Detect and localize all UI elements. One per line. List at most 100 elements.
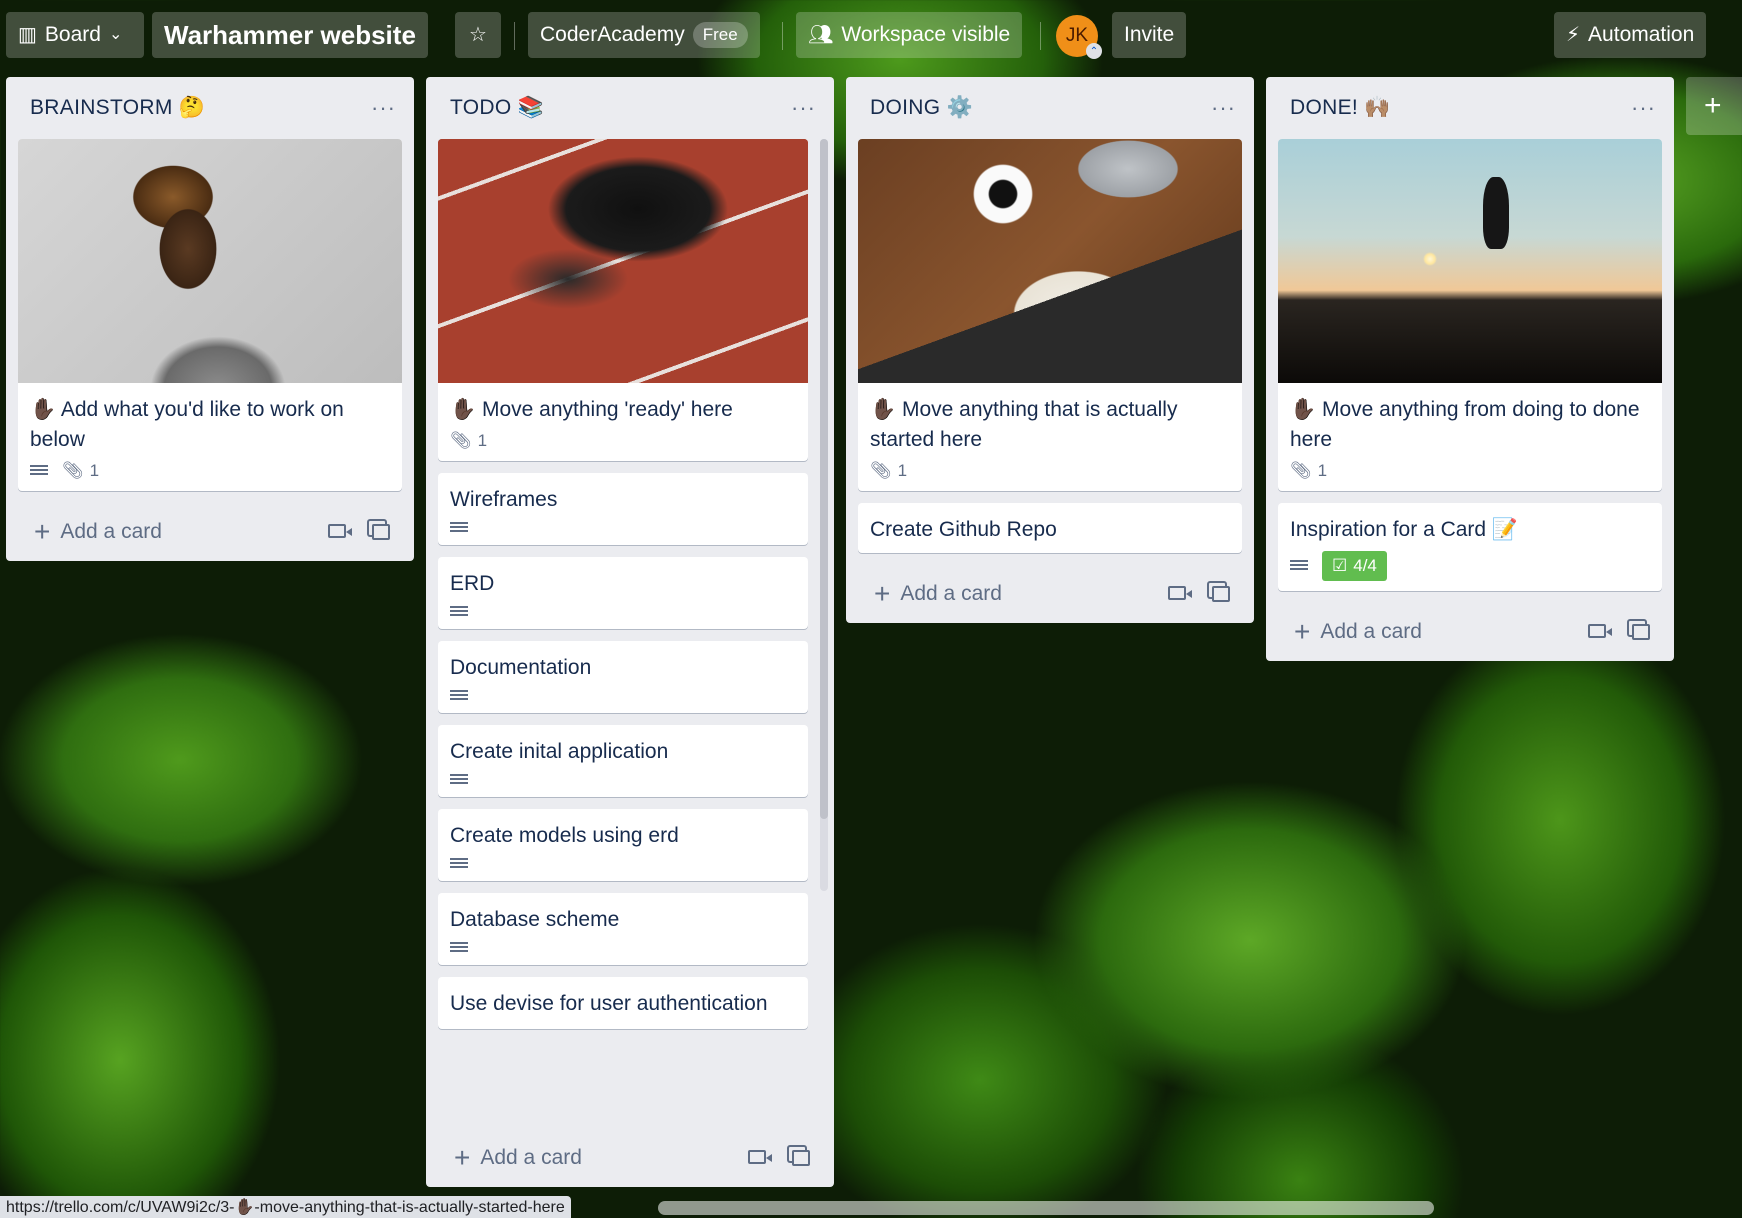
- view-label: Board: [44, 23, 101, 46]
- add-card-icons: [1588, 624, 1650, 640]
- card-badges: ☑ 4/4: [1290, 551, 1650, 581]
- visibility-button[interactable]: 👥︎ Workspace visible: [796, 12, 1023, 58]
- automation-label: Automation: [1588, 23, 1695, 46]
- workspace-name: CoderAcademy: [540, 23, 685, 46]
- list-title[interactable]: BRAINSTORM 🤔: [30, 96, 205, 120]
- card[interactable]: Create Github Repo: [858, 503, 1242, 553]
- card-badges: 📎︎ 1: [450, 431, 796, 451]
- list-title[interactable]: DONE! 🙌🏽: [1290, 96, 1391, 120]
- add-card-button[interactable]: + Add a card: [1294, 618, 1422, 646]
- card-cover-image: [438, 139, 808, 383]
- card[interactable]: ✋🏿 Move anything from doing to done here…: [1278, 139, 1662, 491]
- card[interactable]: Use devise for user authentication: [438, 977, 808, 1029]
- card-template-icon[interactable]: [372, 524, 390, 540]
- card-badges: [450, 689, 796, 703]
- paperclip-icon: 📎︎: [1290, 461, 1312, 480]
- description-icon: [450, 773, 468, 787]
- checklist-count: 4/4: [1353, 556, 1377, 575]
- plus-icon: +: [874, 578, 891, 609]
- attachment-count: 1: [897, 461, 908, 480]
- card-body: Create models using erd: [438, 809, 808, 881]
- card-body: Documentation: [438, 641, 808, 713]
- card-badges: 📎︎ 1: [870, 461, 1230, 481]
- board-horizontal-scrollbar[interactable]: [658, 1201, 1434, 1215]
- video-icon[interactable]: [1168, 586, 1192, 600]
- list-done: DONE! 🙌🏽 ··· ✋🏿 Move anything from doing…: [1266, 77, 1674, 661]
- visibility-label: Workspace visible: [841, 23, 1011, 46]
- card[interactable]: ✋🏿 Add what you'd like to work on below …: [18, 139, 402, 491]
- list-title[interactable]: DOING ⚙️: [870, 96, 973, 120]
- card-template-icon[interactable]: [792, 1150, 810, 1166]
- plus-icon: +: [34, 516, 51, 547]
- list-menu-icon[interactable]: ···: [1211, 95, 1236, 121]
- card-badges: [450, 941, 796, 955]
- card-body: Use devise for user authentication: [438, 977, 808, 1029]
- card-body: Database scheme: [438, 893, 808, 965]
- attachment-badge: 📎︎ 1: [1290, 461, 1327, 481]
- list-doing: DOING ⚙️ ··· ✋🏿 Move anything that is ac…: [846, 77, 1254, 623]
- add-card-button[interactable]: + Add a card: [34, 518, 162, 546]
- attachment-count: 1: [477, 431, 488, 450]
- card[interactable]: Wireframes: [438, 473, 808, 545]
- card-body: Inspiration for a Card 📝 ☑ 4/4: [1278, 503, 1662, 591]
- card[interactable]: ✋🏿 Move anything that is actually starte…: [858, 139, 1242, 491]
- card-badges: [450, 521, 796, 535]
- jumping-person-silhouette: [1483, 177, 1509, 249]
- paperclip-icon: 📎︎: [450, 431, 472, 450]
- header-divider: [782, 22, 783, 50]
- card[interactable]: Database scheme: [438, 893, 808, 965]
- list-title[interactable]: TODO 📚: [450, 96, 544, 120]
- description-icon: [450, 857, 468, 871]
- list-header: DOING ⚙️ ···: [858, 77, 1242, 139]
- card[interactable]: Create models using erd: [438, 809, 808, 881]
- card[interactable]: Create inital application: [438, 725, 808, 797]
- plan-badge: Free: [692, 22, 748, 48]
- card-cover-image: [1278, 139, 1662, 383]
- description-icon: [450, 605, 468, 619]
- list-menu-icon[interactable]: ···: [791, 95, 816, 121]
- list-menu-icon[interactable]: ···: [371, 95, 396, 121]
- list-scrollbar[interactable]: [820, 139, 828, 891]
- member-avatar[interactable]: JK ⌃: [1056, 15, 1102, 59]
- add-list-button[interactable]: +: [1686, 77, 1742, 135]
- lightning-icon: ⚡︎: [1566, 24, 1581, 46]
- board-title-button[interactable]: Warhammer website: [152, 12, 428, 58]
- scrollbar-thumb[interactable]: [820, 139, 828, 819]
- board-title: Warhammer website: [164, 19, 416, 50]
- automation-button[interactable]: ⚡︎ Automation: [1554, 12, 1707, 58]
- card[interactable]: Documentation: [438, 641, 808, 713]
- attachment-count: 1: [1317, 461, 1328, 480]
- description-icon: [450, 521, 468, 535]
- card[interactable]: ✋🏿 Move anything 'ready' here 📎︎ 1: [438, 139, 808, 461]
- card[interactable]: ERD: [438, 557, 808, 629]
- card-title: ✋🏿 Add what you'd like to work on below: [30, 398, 344, 451]
- workspace-button[interactable]: CoderAcademy Free: [528, 12, 760, 58]
- admin-chevron-icon: ⌃: [1086, 43, 1102, 59]
- card-title: Documentation: [450, 656, 592, 679]
- add-card-label: Add a card: [60, 520, 162, 543]
- card-body: Create Github Repo: [858, 503, 1242, 553]
- video-icon[interactable]: [748, 1150, 772, 1164]
- video-icon[interactable]: [1588, 624, 1612, 638]
- card-template-icon[interactable]: [1632, 624, 1650, 640]
- card[interactable]: Inspiration for a Card 📝 ☑ 4/4: [1278, 503, 1662, 591]
- card-cover-image: [858, 139, 1242, 383]
- list-header: TODO 📚 ···: [438, 77, 822, 139]
- add-card-button[interactable]: + Add a card: [874, 580, 1002, 608]
- add-card-row: + Add a card: [18, 503, 402, 561]
- add-card-button[interactable]: + Add a card: [454, 1144, 582, 1172]
- card-body: ✋🏿 Move anything that is actually starte…: [858, 383, 1242, 491]
- list-menu-icon[interactable]: ···: [1631, 95, 1656, 121]
- video-icon[interactable]: [328, 524, 352, 538]
- list-header: DONE! 🙌🏽 ···: [1278, 77, 1662, 139]
- card-template-icon[interactable]: [1212, 586, 1230, 602]
- board-view-switcher[interactable]: ▥ Board ⌄: [6, 12, 144, 58]
- invite-button[interactable]: Invite: [1112, 12, 1187, 58]
- paperclip-icon: 📎︎: [870, 461, 892, 480]
- star-button[interactable]: ☆: [455, 12, 501, 58]
- attachment-badge: 📎︎ 1: [870, 461, 907, 481]
- card-badges: 📎︎ 1: [1290, 461, 1650, 481]
- status-url-text: https://trello.com/c/UVAW9i2c/3-✋🏿-move-…: [6, 1199, 565, 1216]
- attachment-badge: 📎︎ 1: [62, 461, 99, 481]
- card-title: ✋🏿 Move anything from doing to done here: [1290, 398, 1640, 451]
